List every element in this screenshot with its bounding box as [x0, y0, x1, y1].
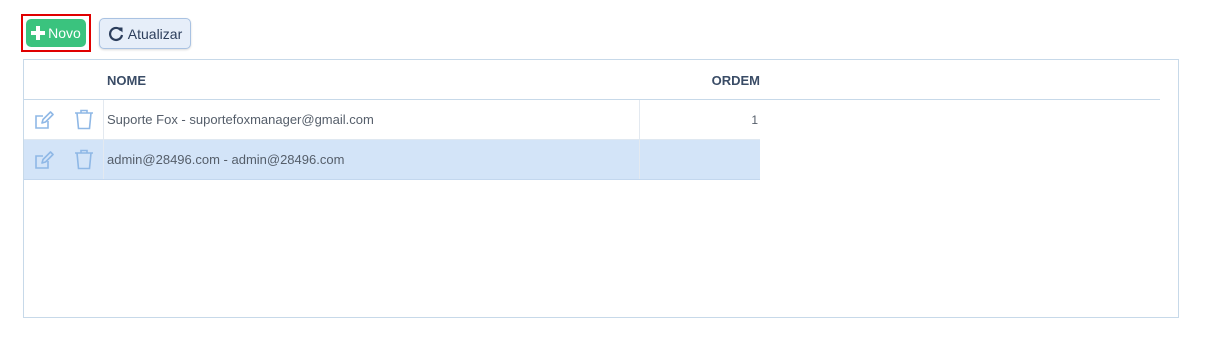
- row-actions: [24, 140, 104, 179]
- refresh-button[interactable]: Atualizar: [99, 18, 191, 49]
- toolbar: Novo Atualizar: [21, 14, 201, 56]
- data-grid: NOME ORDEM Suporte Fox - suportefoxmanag…: [23, 59, 1179, 318]
- new-button-label: Novo: [48, 25, 81, 41]
- trash-icon[interactable]: [74, 149, 94, 170]
- reload-icon: [108, 26, 123, 41]
- row-actions: [24, 100, 104, 139]
- table-row[interactable]: Suporte Fox - suportefoxmanager@gmail.co…: [24, 100, 760, 140]
- row-ordem: [639, 140, 760, 179]
- row-nome: Suporte Fox - suportefoxmanager@gmail.co…: [107, 112, 374, 127]
- plus-icon: [31, 26, 46, 40]
- column-header-ordem[interactable]: ORDEM: [639, 73, 760, 88]
- trash-icon[interactable]: [74, 109, 94, 130]
- refresh-button-label: Atualizar: [127, 25, 183, 42]
- row-nome: admin@28496.com - admin@28496.com: [107, 152, 345, 167]
- new-button[interactable]: Novo: [26, 19, 86, 47]
- row-ordem: 1: [639, 100, 760, 139]
- table-row[interactable]: admin@28496.com - admin@28496.com: [24, 140, 760, 180]
- column-header-nome[interactable]: NOME: [107, 73, 146, 88]
- edit-icon[interactable]: [34, 110, 54, 130]
- grid-header: NOME ORDEM: [24, 60, 1160, 100]
- edit-icon[interactable]: [34, 150, 54, 170]
